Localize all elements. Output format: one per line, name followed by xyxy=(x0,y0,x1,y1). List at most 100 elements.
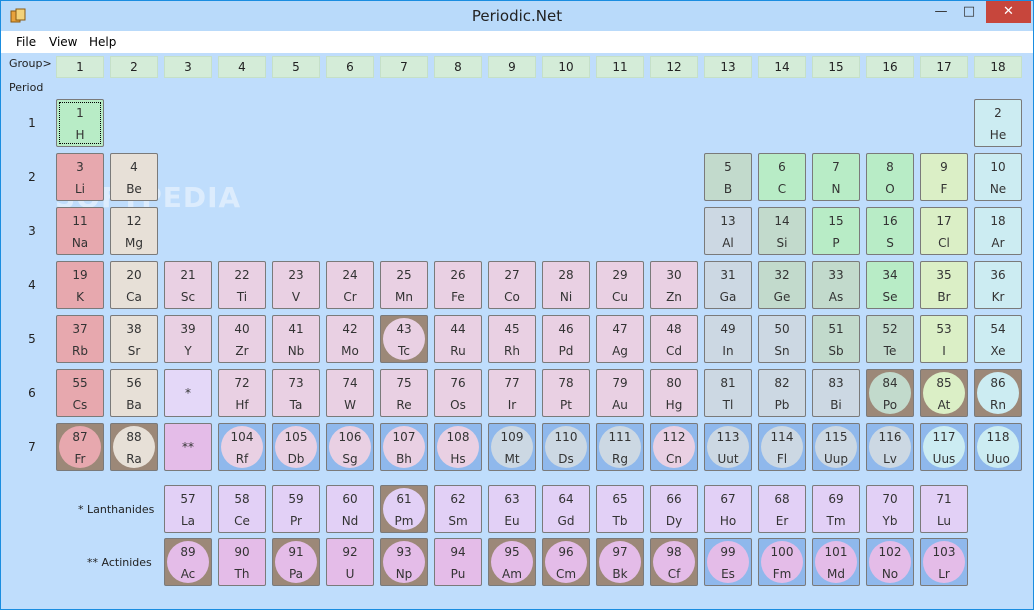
element-w[interactable]: 74 W xyxy=(326,369,374,417)
period-number-1[interactable]: 1 xyxy=(22,116,42,130)
element-nb[interactable]: 41 Nb xyxy=(272,315,320,363)
element-pm[interactable]: 61 Pm xyxy=(380,485,428,533)
element-k[interactable]: 19 K xyxy=(56,261,104,309)
element-ca[interactable]: 20 Ca xyxy=(110,261,158,309)
element-bh[interactable]: 107 Bh xyxy=(380,423,428,471)
element-v[interactable]: 23 V xyxy=(272,261,320,309)
group-header-18[interactable]: 18 xyxy=(974,56,1022,78)
group-header-15[interactable]: 15 xyxy=(812,56,860,78)
element-po[interactable]: 84 Po xyxy=(866,369,914,417)
element-hs[interactable]: 108 Hs xyxy=(434,423,482,471)
element-na[interactable]: 11 Na xyxy=(56,207,104,255)
group-header-9[interactable]: 9 xyxy=(488,56,536,78)
element-no[interactable]: 102 No xyxy=(866,538,914,586)
element-ga[interactable]: 31 Ga xyxy=(704,261,752,309)
element-hg[interactable]: 80 Hg xyxy=(650,369,698,417)
element-cm[interactable]: 96 Cm xyxy=(542,538,590,586)
element-pr[interactable]: 59 Pr xyxy=(272,485,320,533)
element-mn[interactable]: 25 Mn xyxy=(380,261,428,309)
group-header-5[interactable]: 5 xyxy=(272,56,320,78)
element-ag[interactable]: 47 Ag xyxy=(596,315,644,363)
element-cd[interactable]: 48 Cd xyxy=(650,315,698,363)
element-cu[interactable]: 29 Cu xyxy=(596,261,644,309)
element-gd[interactable]: 64 Gd xyxy=(542,485,590,533)
element-cl[interactable]: 17 Cl xyxy=(920,207,968,255)
element-fe[interactable]: 26 Fe xyxy=(434,261,482,309)
element-cs[interactable]: 55 Cs xyxy=(56,369,104,417)
element-ra[interactable]: 88 Ra xyxy=(110,423,158,471)
element-pu[interactable]: 94 Pu xyxy=(434,538,482,586)
element-rf[interactable]: 104 Rf xyxy=(218,423,266,471)
element-b[interactable]: 5B xyxy=(704,153,752,201)
element-pa[interactable]: 91 Pa xyxy=(272,538,320,586)
element-eu[interactable]: 63 Eu xyxy=(488,485,536,533)
element-ne[interactable]: 10 Ne xyxy=(974,153,1022,201)
element-cf[interactable]: 98 Cf xyxy=(650,538,698,586)
element-la[interactable]: 57 La xyxy=(164,485,212,533)
element-p[interactable]: 15 P xyxy=(812,207,860,255)
element-ti[interactable]: 22 Ti xyxy=(218,261,266,309)
element-pt[interactable]: 78 Pt xyxy=(542,369,590,417)
element-s[interactable]: 16 S xyxy=(866,207,914,255)
element-sm[interactable]: 62 Sm xyxy=(434,485,482,533)
element-cn[interactable]: 112 Cn xyxy=(650,423,698,471)
element-sb[interactable]: 51 Sb xyxy=(812,315,860,363)
element-tc[interactable]: 43 Tc xyxy=(380,315,428,363)
element-kr[interactable]: 36 Kr xyxy=(974,261,1022,309)
element-md[interactable]: 101 Md xyxy=(812,538,860,586)
element-ni[interactable]: 28 Ni xyxy=(542,261,590,309)
element-ba[interactable]: 56 Ba xyxy=(110,369,158,417)
element-br[interactable]: 35 Br xyxy=(920,261,968,309)
period-number-4[interactable]: 4 xyxy=(22,278,42,292)
element-yb[interactable]: 70 Yb xyxy=(866,485,914,533)
element-re[interactable]: 75 Re xyxy=(380,369,428,417)
element-ir[interactable]: 77 Ir xyxy=(488,369,536,417)
element-es[interactable]: 99 Es xyxy=(704,538,752,586)
element-al[interactable]: 13 Al xyxy=(704,207,752,255)
element-uut[interactable]: 113 Uut xyxy=(704,423,752,471)
element-ge[interactable]: 32 Ge xyxy=(758,261,806,309)
element-tm[interactable]: 69 Tm xyxy=(812,485,860,533)
element-mt[interactable]: 109 Mt xyxy=(488,423,536,471)
menu-file[interactable]: File xyxy=(16,35,36,49)
element-uup[interactable]: 115 Uup xyxy=(812,423,860,471)
element-dy[interactable]: 66 Dy xyxy=(650,485,698,533)
element-si[interactable]: 14 Si xyxy=(758,207,806,255)
group-header-13[interactable]: 13 xyxy=(704,56,752,78)
element-fl[interactable]: 114 Fl xyxy=(758,423,806,471)
element-db[interactable]: 105 Db xyxy=(272,423,320,471)
group-header-14[interactable]: 14 xyxy=(758,56,806,78)
element-ta[interactable]: 73 Ta xyxy=(272,369,320,417)
element-lanthanides-placeholder[interactable]: * xyxy=(164,369,212,417)
element-y[interactable]: 39 Y xyxy=(164,315,212,363)
element-lr[interactable]: 103 Lr xyxy=(920,538,968,586)
element-hf[interactable]: 72 Hf xyxy=(218,369,266,417)
element-ar[interactable]: 18 Ar xyxy=(974,207,1022,255)
group-header-7[interactable]: 7 xyxy=(380,56,428,78)
element-ac[interactable]: 89 Ac xyxy=(164,538,212,586)
element-fm[interactable]: 100 Fm xyxy=(758,538,806,586)
element-mg[interactable]: 12 Mg xyxy=(110,207,158,255)
element-n[interactable]: 7N xyxy=(812,153,860,201)
element-bi[interactable]: 83 Bi xyxy=(812,369,860,417)
element-pd[interactable]: 46 Pd xyxy=(542,315,590,363)
element-te[interactable]: 52 Te xyxy=(866,315,914,363)
element-sr[interactable]: 38 Sr xyxy=(110,315,158,363)
element-os[interactable]: 76 Os xyxy=(434,369,482,417)
element-pb[interactable]: 82 Pb xyxy=(758,369,806,417)
group-header-6[interactable]: 6 xyxy=(326,56,374,78)
group-header-8[interactable]: 8 xyxy=(434,56,482,78)
element-au[interactable]: 79 Au xyxy=(596,369,644,417)
element-mo[interactable]: 42 Mo xyxy=(326,315,374,363)
element-actinides-placeholder[interactable]: ** xyxy=(164,423,212,471)
element-er[interactable]: 68 Er xyxy=(758,485,806,533)
element-zr[interactable]: 40 Zr xyxy=(218,315,266,363)
element-ru[interactable]: 44 Ru xyxy=(434,315,482,363)
element-c[interactable]: 6C xyxy=(758,153,806,201)
period-number-2[interactable]: 2 xyxy=(22,170,42,184)
element-uuo[interactable]: 118 Uuo xyxy=(974,423,1022,471)
group-header-10[interactable]: 10 xyxy=(542,56,590,78)
element-li[interactable]: 3 Li xyxy=(56,153,104,201)
minimize-button[interactable]: — xyxy=(927,1,955,23)
element-rh[interactable]: 45 Rh xyxy=(488,315,536,363)
